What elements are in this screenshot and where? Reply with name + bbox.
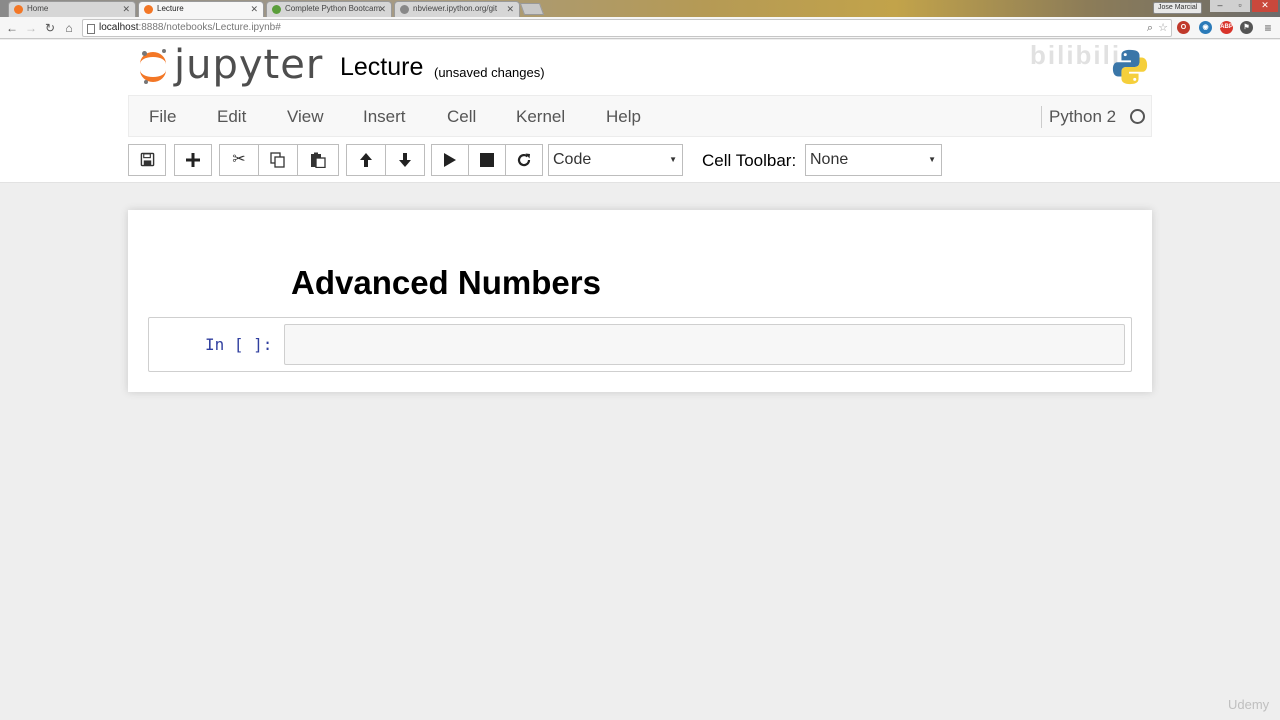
notebook-heading: Advanced Numbers [291,264,601,301]
dropdown-caret-icon: ▼ [669,155,677,164]
move-cell-down-button[interactable] [385,144,425,176]
close-icon[interactable]: ✕ [250,2,258,16]
page-icon [87,24,95,34]
jupyter-favicon-icon [144,5,153,14]
page-favicon-icon [400,5,409,14]
cell-type-select[interactable]: Code ▼ [548,144,683,176]
home-icon[interactable]: ⌂ [61,20,77,36]
plus-icon [186,152,200,167]
move-cell-up-button[interactable] [346,144,386,176]
logo-dot [144,80,148,84]
udemy-favicon-icon [272,5,281,14]
close-icon[interactable]: ✕ [378,2,386,16]
jupyter-logo[interactable]: jupyter [138,42,322,90]
new-tab-button[interactable] [519,3,545,15]
arrow-up-icon [360,152,372,167]
browser-tabstrip: Home ✕ Lecture ✕ Complete Python Bootcam… [0,0,1280,17]
input-prompt: In [ ]: [205,335,273,354]
code-input-area[interactable] [284,324,1125,365]
notebook-toolbar: ✂ Code ▼ Cell Toolbar: None ▼ [0,144,1280,180]
interrupt-kernel-button[interactable] [468,144,506,176]
jupyter-favicon-icon [14,5,23,14]
restart-kernel-button[interactable] [505,144,543,176]
logo-dot [162,49,166,53]
notebook-container: Advanced Numbers In [ ]: [128,210,1152,392]
kernel-divider [1041,106,1042,128]
cell-toolbar-value: None [810,151,849,168]
menu-icon[interactable]: ≡ [1260,20,1276,36]
logo-text: jupyter [174,42,324,88]
tab-label: Home [27,4,49,13]
minimize-icon[interactable]: – [1210,0,1230,12]
adblock-icon[interactable]: ABP [1220,21,1233,34]
close-icon[interactable]: ✕ [122,2,130,16]
tab-python-bootcamp[interactable]: Complete Python Bootcam ✕ [266,1,392,17]
extension-eye-icon[interactable]: ◉ [1199,21,1212,34]
paste-icon [311,152,326,168]
cell-toolbar-label: Cell Toolbar: [702,151,797,170]
menu-file[interactable]: File [149,107,176,127]
menu-cell[interactable]: Cell [447,107,476,127]
logo-dot [142,51,147,56]
cell-toolbar-select[interactable]: None ▼ [805,144,942,176]
menu-insert[interactable]: Insert [363,107,406,127]
extension-flag-icon[interactable]: ⚑ [1240,21,1253,34]
tab-nbviewer[interactable]: nbviewer.ipython.org/git ✕ [394,1,520,17]
play-icon [444,152,456,167]
scissors-icon: ✂ [232,151,246,168]
dropdown-caret-icon: ▼ [928,155,936,164]
save-button[interactable] [128,144,166,176]
copy-button[interactable] [258,144,298,176]
tab-home[interactable]: Home ✕ [8,1,136,17]
url-path: :8888/notebooks/Lecture.ipynb# [138,22,281,33]
udemy-watermark: Udemy [1228,697,1270,712]
bookmark-star-icon[interactable]: ☆ [1158,20,1168,36]
code-cell[interactable]: In [ ]: [148,317,1132,372]
notebook-name[interactable]: Lecture [340,53,423,82]
kernel-idle-indicator-icon [1130,109,1145,124]
tab-label: Lecture [157,4,184,13]
copy-icon [270,152,285,168]
insert-cell-button[interactable] [174,144,212,176]
run-cell-button[interactable] [431,144,469,176]
tab-lecture[interactable]: Lecture ✕ [138,1,264,17]
url-field[interactable]: localhost:8888/notebooks/Lecture.ipynb# … [82,19,1172,37]
reload-icon[interactable]: ↻ [42,20,58,36]
save-status: (unsaved changes) [434,65,545,80]
paste-button[interactable] [297,144,339,176]
menubar: File Edit View Insert Cell Kernel Help P… [128,95,1152,137]
url-host: localhost [99,22,139,33]
cell-type-value: Code [553,151,592,168]
address-bar: ← → ↻ ⌂ localhost:8888/notebooks/Lecture… [0,17,1280,39]
menu-help[interactable]: Help [606,107,641,127]
cut-button[interactable]: ✂ [219,144,259,176]
profile-button[interactable]: Jose Marcial [1153,2,1203,14]
floppy-disk-icon [140,152,154,167]
kernel-name[interactable]: Python 2 [1049,107,1116,127]
python-logo-icon [1112,49,1148,85]
refresh-icon [517,153,531,166]
tab-label: Complete Python Bootcam [285,4,381,13]
tab-label: nbviewer.ipython.org/git [413,4,498,13]
extension-opera-icon[interactable]: O [1177,21,1190,34]
menu-view[interactable]: View [287,107,324,127]
menu-kernel[interactable]: Kernel [516,107,565,127]
arrow-down-icon [399,152,411,167]
forward-arrow-icon[interactable]: → [23,20,39,36]
back-arrow-icon[interactable]: ← [4,20,20,36]
stop-icon [480,152,494,167]
maximize-icon[interactable]: ▫ [1230,0,1250,12]
close-icon[interactable]: ✕ [506,2,514,16]
window-close-icon[interactable]: ✕ [1252,0,1278,12]
zoom-icon[interactable]: ⌕ [1147,20,1153,36]
menu-edit[interactable]: Edit [217,107,246,127]
